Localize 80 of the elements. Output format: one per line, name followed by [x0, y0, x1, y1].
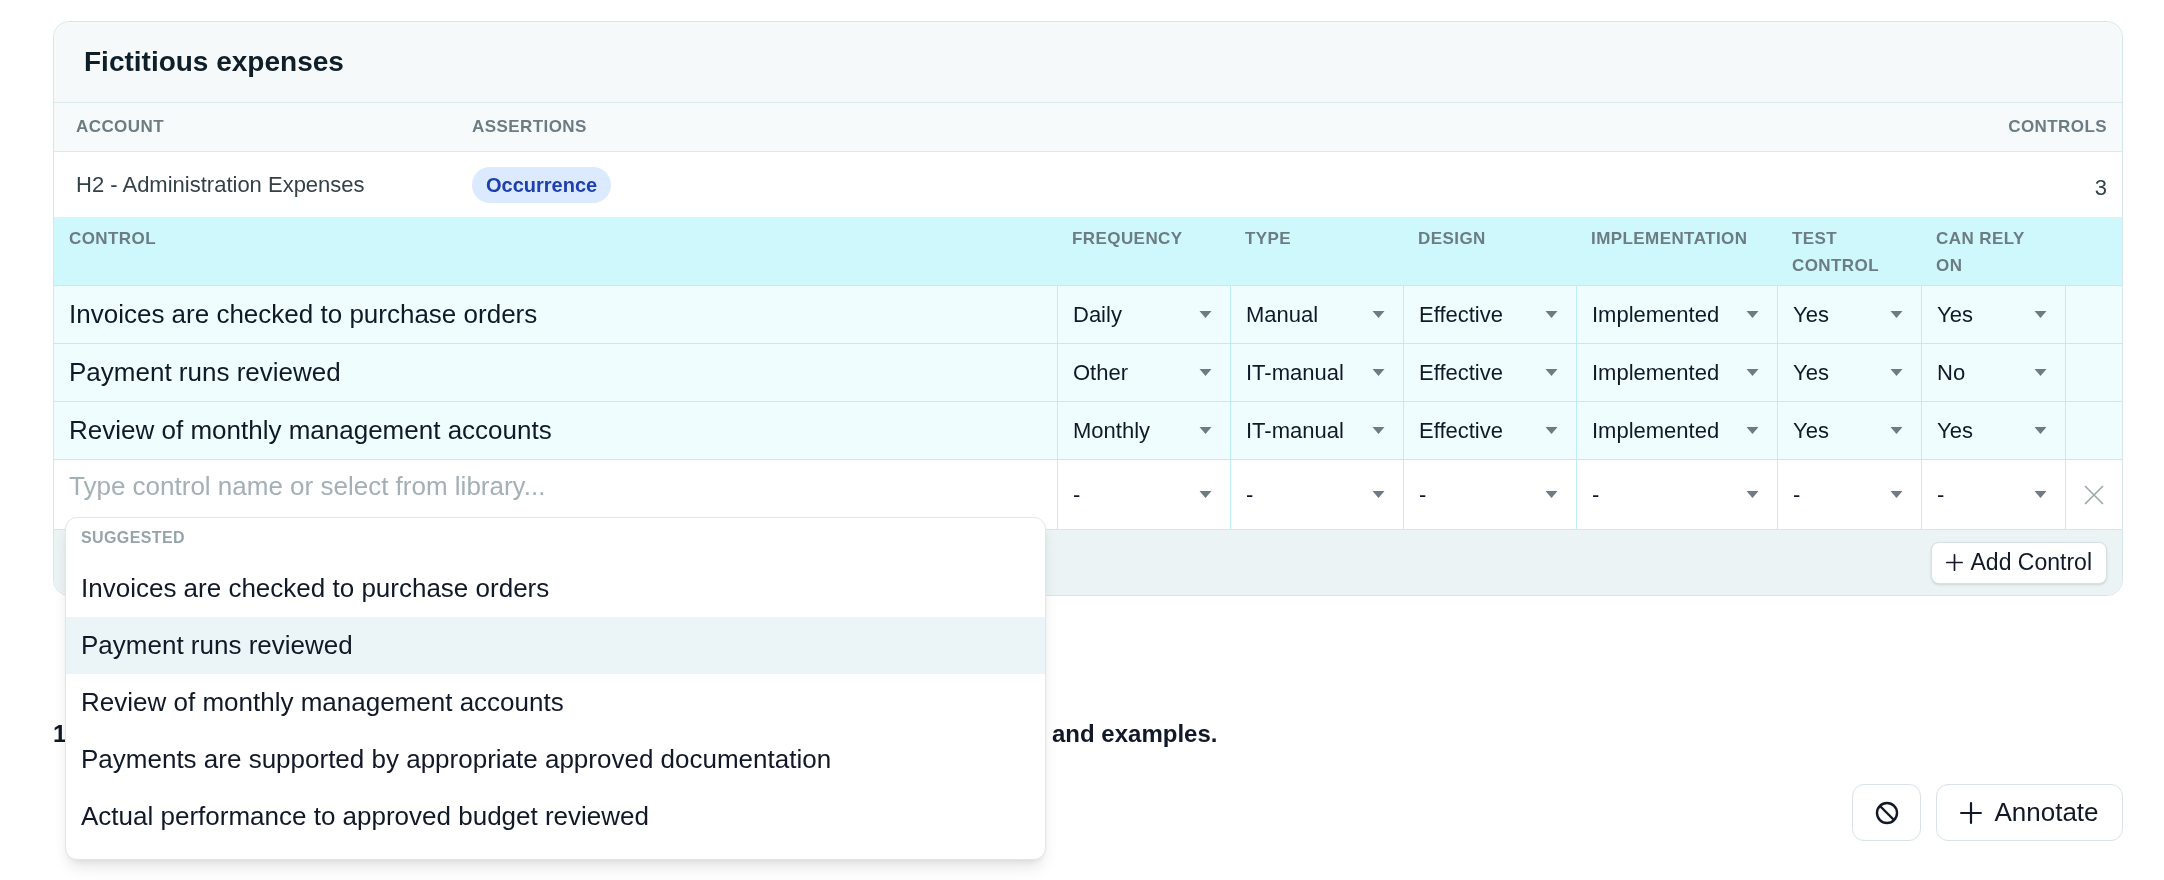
assertion-tag: Occurrence [472, 166, 612, 203]
suggestion-item[interactable]: Invoices are checked to purchase orders [66, 560, 1045, 617]
add-control-button[interactable]: Add Control [1930, 541, 2107, 584]
caret-icon [1746, 369, 1759, 376]
caret-icon [2034, 311, 2047, 318]
column-header: TEST CONTROL [1792, 229, 1880, 275]
caret-icon [1890, 311, 1903, 318]
caret-icon [1545, 491, 1558, 498]
suggestion-item[interactable]: Review of monthly management accounts [66, 674, 1045, 731]
column-header: DESIGN [1418, 229, 1486, 248]
dropdown-select[interactable]: Daily [1058, 286, 1230, 343]
card-title: Fictitious expenses [84, 45, 344, 79]
caret-icon [1746, 427, 1759, 434]
caret-icon [1545, 427, 1558, 434]
caret-icon [1199, 369, 1212, 376]
control-name-input[interactable]: Type control name or select from library... [54, 462, 1057, 510]
dropdown-select[interactable]: - [1404, 460, 1576, 529]
column-header: IMPLEMENTATION [1591, 229, 1748, 248]
caret-icon [1890, 491, 1903, 498]
caret-icon [1199, 491, 1212, 498]
dropdown-select[interactable]: Other [1058, 344, 1230, 401]
dropdown-select[interactable]: Implemented [1577, 344, 1777, 401]
dropdown-select[interactable]: - [1231, 460, 1403, 529]
suggestion-item[interactable]: Payments are supported by appropriate approved documentation [66, 731, 1045, 788]
caret-icon [1372, 427, 1385, 434]
dropdown-select[interactable]: Effective [1404, 286, 1576, 343]
account-name: H2 - Administration Expenses [76, 172, 365, 197]
control-name: Review of monthly management accounts [69, 414, 552, 447]
column-header: ASSERTIONS [472, 117, 587, 137]
dropdown-select[interactable]: Implemented [1577, 286, 1777, 343]
caret-icon [1746, 311, 1759, 318]
caret-icon [1545, 369, 1558, 376]
dropdown-select[interactable]: Implemented [1577, 402, 1777, 459]
caret-icon [1372, 369, 1385, 376]
dropdown-select[interactable]: - [1922, 460, 2065, 529]
dropdown-select[interactable]: No [1922, 344, 2065, 401]
dropdown-select[interactable]: Effective [1404, 344, 1576, 401]
dropdown-select[interactable]: - [1577, 460, 1777, 529]
suggestion-item[interactable]: Actual performance to approved budget reviewed [66, 788, 1045, 845]
caret-icon [2034, 427, 2047, 434]
column-header: FREQUENCY [1072, 229, 1183, 248]
note-text: and examples. [1052, 719, 1218, 749]
dropdown-select[interactable]: Yes [1922, 402, 2065, 459]
caret-icon [1890, 427, 1903, 434]
caret-icon [2034, 491, 2047, 498]
ban-button[interactable] [1852, 784, 1921, 841]
dropdown-select[interactable]: Manual [1231, 286, 1403, 343]
dropdown-select[interactable]: IT-manual [1231, 344, 1403, 401]
annotate-button[interactable]: Annotate [1936, 784, 2123, 841]
caret-icon [1199, 311, 1212, 318]
dropdown-select[interactable]: Yes [1778, 344, 1921, 401]
column-header: TYPE [1245, 229, 1292, 248]
plus-icon [1945, 554, 1963, 571]
dropdown-select[interactable]: Effective [1404, 402, 1576, 459]
dropdown-select[interactable]: IT-manual [1231, 402, 1403, 459]
caret-icon [1545, 311, 1558, 318]
dropdown-select[interactable]: Yes [1778, 286, 1921, 343]
controls-count: 3 [2094, 175, 2107, 200]
column-header: CONTROL [69, 229, 157, 248]
control-name: Payment runs reviewed [69, 356, 341, 389]
note-text: 1 [53, 719, 67, 749]
caret-icon [1372, 491, 1385, 498]
ban-icon [1874, 800, 1899, 825]
plus-icon [1960, 801, 1983, 824]
caret-icon [1890, 369, 1903, 376]
caret-icon [2034, 369, 2047, 376]
column-header: CAN RELY ON [1936, 229, 2025, 275]
dropdown-select[interactable]: - [1058, 460, 1230, 529]
dropdown-select[interactable]: Monthly [1058, 402, 1230, 459]
caret-icon [1372, 311, 1385, 318]
caret-icon [1746, 491, 1759, 498]
dropdown-select[interactable]: Yes [1922, 286, 2065, 343]
control-name: Invoices are checked to purchase orders [69, 298, 538, 331]
column-header: ACCOUNT [76, 117, 164, 137]
dropdown-select[interactable]: Yes [1778, 402, 1921, 459]
dropdown-select[interactable]: - [1778, 460, 1921, 529]
section-label: SUGGESTED [81, 529, 186, 546]
suggestion-item[interactable]: Payment runs reviewed [66, 617, 1045, 674]
caret-icon [1199, 427, 1212, 434]
column-header: CONTROLS [2008, 117, 2107, 137]
